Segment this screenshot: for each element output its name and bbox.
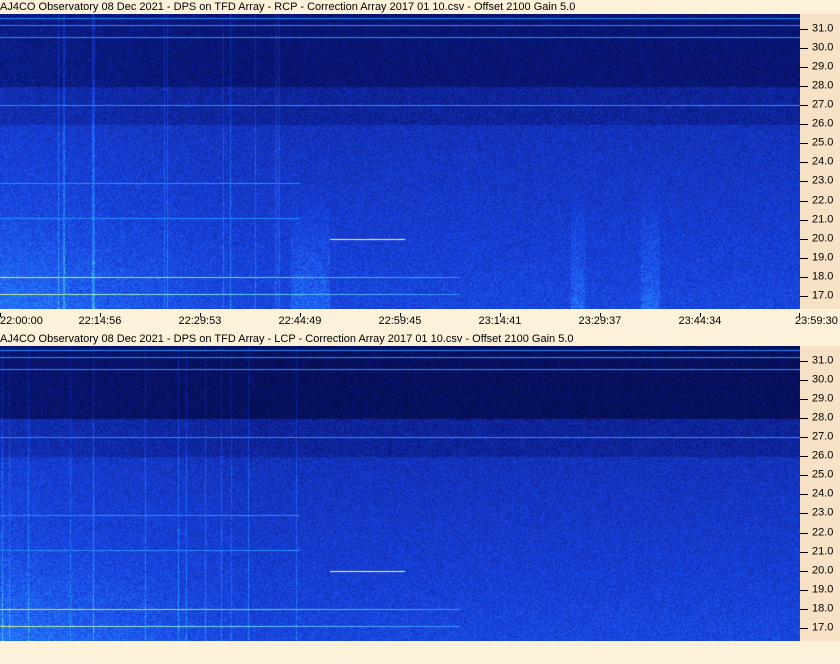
y-tick-label: 23.0 [812,174,834,187]
y-tick-label: 21.0 [812,213,834,226]
y-tick-label: 28.0 [812,79,834,92]
y-tick-label: 26.0 [812,117,834,130]
lcp-spectrogram [0,346,800,641]
lcp-frequency-axis: 31.0 30.0 29.0 28.0 27.0 26.0 25.0 24.0 23.0 22.0… [800,346,840,641]
y-tick-label: 20.0 [812,564,834,577]
y-tick [800,589,808,591]
y-tick-label: 30.0 [812,41,834,54]
y-tick-label: 18.0 [812,602,834,615]
y-tick-label: 26.0 [812,449,834,462]
y-tick [800,570,808,572]
y-tick [800,418,808,420]
y-tick [800,200,808,202]
rcp-frequency-axis: 31.0 30.0 29.0 28.0 27.0 26.0 25.0 24.0 23.0 22.0… [800,14,840,309]
y-tick [800,86,808,88]
y-tick [800,143,808,145]
time-axis: 22:00:00 22:14:56 22:29:53 22:44:49 22:59:45… [0,313,840,329]
y-tick [800,67,808,69]
spectrogram-viewer: AJ4CO Observatory 08 Dec 2021 - DPS on T… [0,0,840,664]
y-tick-label: 24.0 [812,155,834,168]
y-tick [800,219,808,221]
y-tick [800,513,808,515]
y-tick [800,29,808,31]
x-tick-label: 22:00:00 [0,315,43,327]
y-tick-label: 19.0 [812,251,834,264]
y-tick [800,494,808,496]
y-tick-label: 19.0 [812,583,834,596]
y-tick [800,380,808,382]
y-tick [800,124,808,126]
y-tick-label: 22.0 [812,194,834,207]
lcp-title: AJ4CO Observatory 08 Dec 2021 - DPS on T… [0,333,574,345]
y-tick-label: 27.0 [812,98,834,111]
rcp-title: AJ4CO Observatory 08 Dec 2021 - DPS on T… [0,1,576,13]
y-tick [800,399,808,401]
x-tick-label: 22:14:56 [78,315,122,327]
x-tick-label: 22:44:49 [278,315,322,327]
y-tick [800,437,808,439]
y-tick-label: 25.0 [812,468,834,481]
x-tick-label: 22:59:45 [378,315,422,327]
x-tick-label: 22:29:53 [178,315,222,327]
x-tick-label: 23:29:37 [578,315,622,327]
y-tick-label: 31.0 [812,354,834,367]
y-tick [800,162,808,164]
y-tick-label: 23.0 [812,506,834,519]
y-tick-label: 17.0 [812,621,834,634]
y-tick [800,475,808,477]
y-tick-label: 21.0 [812,545,834,558]
y-tick [800,105,808,107]
y-tick [800,295,808,297]
y-tick [800,551,808,553]
y-tick-label: 17.0 [812,289,834,302]
x-tick-label: 23:14:41 [478,315,522,327]
y-tick-label: 25.0 [812,136,834,149]
rcp-spectrogram [0,14,800,309]
y-tick [800,608,808,610]
y-tick-label: 18.0 [812,270,834,283]
y-tick [800,532,808,534]
y-tick [800,48,808,50]
y-tick-label: 22.0 [812,526,834,539]
y-tick [800,276,808,278]
y-tick-label: 20.0 [812,232,834,245]
y-tick-label: 29.0 [812,392,834,405]
y-tick-label: 31.0 [812,22,834,35]
y-tick [800,257,808,259]
x-tick-label: 23:44:34 [678,315,722,327]
x-tick-label: 23:59:30 [795,315,838,327]
y-tick [800,181,808,183]
y-tick-label: 29.0 [812,60,834,73]
y-tick [800,627,808,629]
y-tick [800,456,808,458]
y-tick-label: 24.0 [812,487,834,500]
y-tick [800,361,808,363]
y-tick [800,238,808,240]
y-tick-label: 28.0 [812,411,834,424]
y-tick-label: 27.0 [812,430,834,443]
y-tick-label: 30.0 [812,373,834,386]
